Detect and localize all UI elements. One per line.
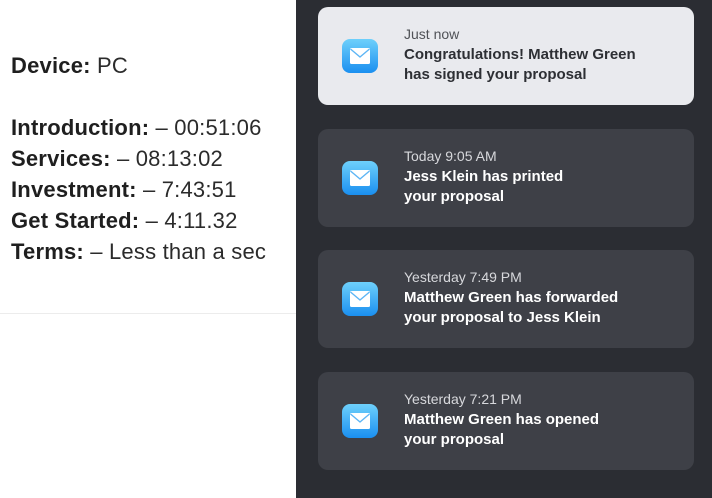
notification-card[interactable]: Today 9:05 AM Jess Klein has printed you…: [318, 129, 694, 227]
section-time: – 08:13:02: [110, 146, 223, 171]
notification-panel: Just now Congratulations! Matthew Green …: [296, 0, 712, 498]
notification-message: Jess Klein has printed your proposal: [404, 167, 679, 207]
section-time: – Less than a sec: [83, 239, 267, 264]
device-label: Device:: [11, 53, 91, 78]
notification-time: Today 9:05 AM: [404, 148, 497, 164]
notification-time: Yesterday 7:21 PM: [404, 391, 522, 407]
notification-line-1: Matthew Green has forwarded: [404, 289, 619, 306]
proposal-analytics-panel: Device: PC Introduction: – 00:51:06 Serv…: [0, 0, 300, 498]
notification-message: Congratulations! Matthew Green has signe…: [404, 45, 679, 85]
notification-card[interactable]: Just now Congratulations! Matthew Green …: [318, 7, 694, 105]
notification-message: Matthew Green has forwarded your proposa…: [404, 288, 679, 328]
notification-card[interactable]: Yesterday 7:49 PM Matthew Green has forw…: [318, 250, 694, 348]
section-row-terms: Terms: – Less than a sec: [11, 239, 266, 265]
notification-time: Just now: [404, 26, 460, 42]
section-label: Get Started:: [11, 208, 140, 233]
section-label: Terms:: [11, 239, 84, 264]
notification-message: Matthew Green has opened your proposal: [404, 410, 679, 450]
notification-line-2: your proposal: [404, 188, 505, 205]
section-label: Investment:: [11, 177, 137, 202]
section-time: – 7:43:51: [136, 177, 237, 202]
section-row-get-started: Get Started: – 4:11.32: [11, 208, 238, 234]
section-row-services: Services: – 08:13:02: [11, 146, 223, 172]
notification-line-1: Jess Klein has printed: [404, 168, 564, 185]
notification-line-1: Congratulations! Matthew Green: [404, 46, 636, 63]
section-label: Services:: [11, 146, 111, 171]
section-row-investment: Investment: – 7:43:51: [11, 177, 237, 203]
mail-icon: [342, 39, 378, 73]
device-value: PC: [90, 53, 128, 78]
mail-icon: [342, 161, 378, 195]
notification-line-1: Matthew Green has opened: [404, 411, 600, 428]
notification-line-2: your proposal: [404, 431, 505, 448]
mail-icon: [342, 282, 378, 316]
divider: [0, 313, 300, 314]
notification-line-2: has signed your proposal: [404, 66, 587, 83]
section-row-introduction: Introduction: – 00:51:06: [11, 115, 262, 141]
section-label: Introduction:: [11, 115, 150, 140]
section-time: – 00:51:06: [149, 115, 262, 140]
device-row: Device: PC: [11, 53, 128, 79]
section-time: – 4:11.32: [139, 208, 238, 233]
notification-line-2: your proposal to Jess Klein: [404, 309, 601, 326]
notification-card[interactable]: Yesterday 7:21 PM Matthew Green has open…: [318, 372, 694, 470]
mail-icon: [342, 404, 378, 438]
notification-time: Yesterday 7:49 PM: [404, 269, 522, 285]
